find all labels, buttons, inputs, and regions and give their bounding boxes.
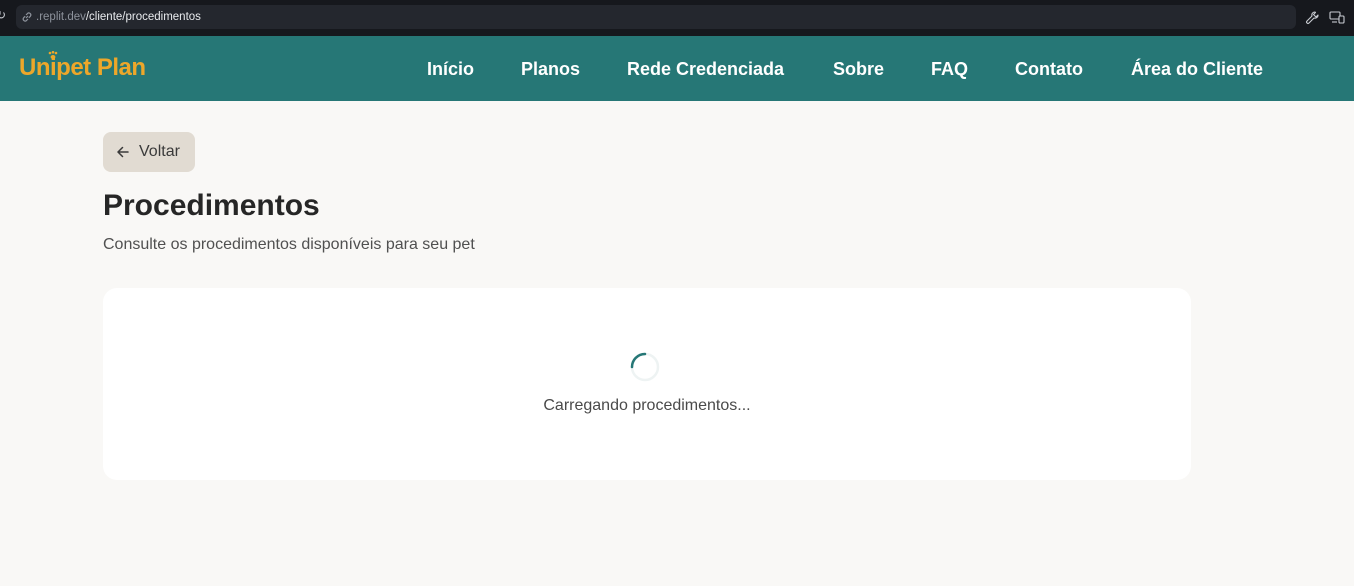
- wrench-icon[interactable]: [1305, 10, 1320, 25]
- browser-toolbar: ↻ .replit.dev/cliente/procedimentos: [0, 0, 1354, 36]
- url-path: /cliente/procedimentos: [85, 11, 201, 23]
- nav-inicio[interactable]: Início: [427, 58, 474, 80]
- reload-icon[interactable]: ↻: [0, 9, 8, 21]
- url-host: .replit.dev: [36, 11, 86, 23]
- nav-sobre[interactable]: Sobre: [833, 58, 884, 80]
- loading-spinner-icon: [630, 352, 660, 382]
- devices-icon[interactable]: [1329, 10, 1345, 25]
- logo[interactable]: Unipet Plan: [19, 53, 146, 83]
- back-button[interactable]: Voltar: [103, 132, 195, 172]
- nav-contato[interactable]: Contato: [1015, 58, 1083, 80]
- url-text: .replit.dev/cliente/procedimentos: [36, 10, 201, 24]
- nav-faq[interactable]: FAQ: [931, 58, 968, 80]
- site-header: Unipet Plan Início Planos Rede Credencia…: [0, 36, 1354, 101]
- nav-area-do-cliente[interactable]: Área do Cliente: [1131, 58, 1263, 80]
- page-title: Procedimentos: [103, 189, 320, 222]
- page-subtitle: Consulte os procedimentos disponíveis pa…: [103, 236, 475, 253]
- nav-planos[interactable]: Planos: [521, 58, 580, 80]
- procedures-card: Carregando procedimentos...: [103, 288, 1191, 480]
- logo-text: Unipet Plan: [19, 54, 146, 81]
- back-button-label: Voltar: [139, 143, 180, 160]
- address-bar[interactable]: .replit.dev/cliente/procedimentos: [16, 5, 1296, 29]
- loading-text: Carregando procedimentos...: [543, 397, 751, 414]
- arrow-left-icon: [117, 146, 129, 158]
- link-icon: [22, 12, 32, 22]
- paw-icon: [48, 51, 58, 59]
- nav-rede-credenciada[interactable]: Rede Credenciada: [627, 58, 784, 80]
